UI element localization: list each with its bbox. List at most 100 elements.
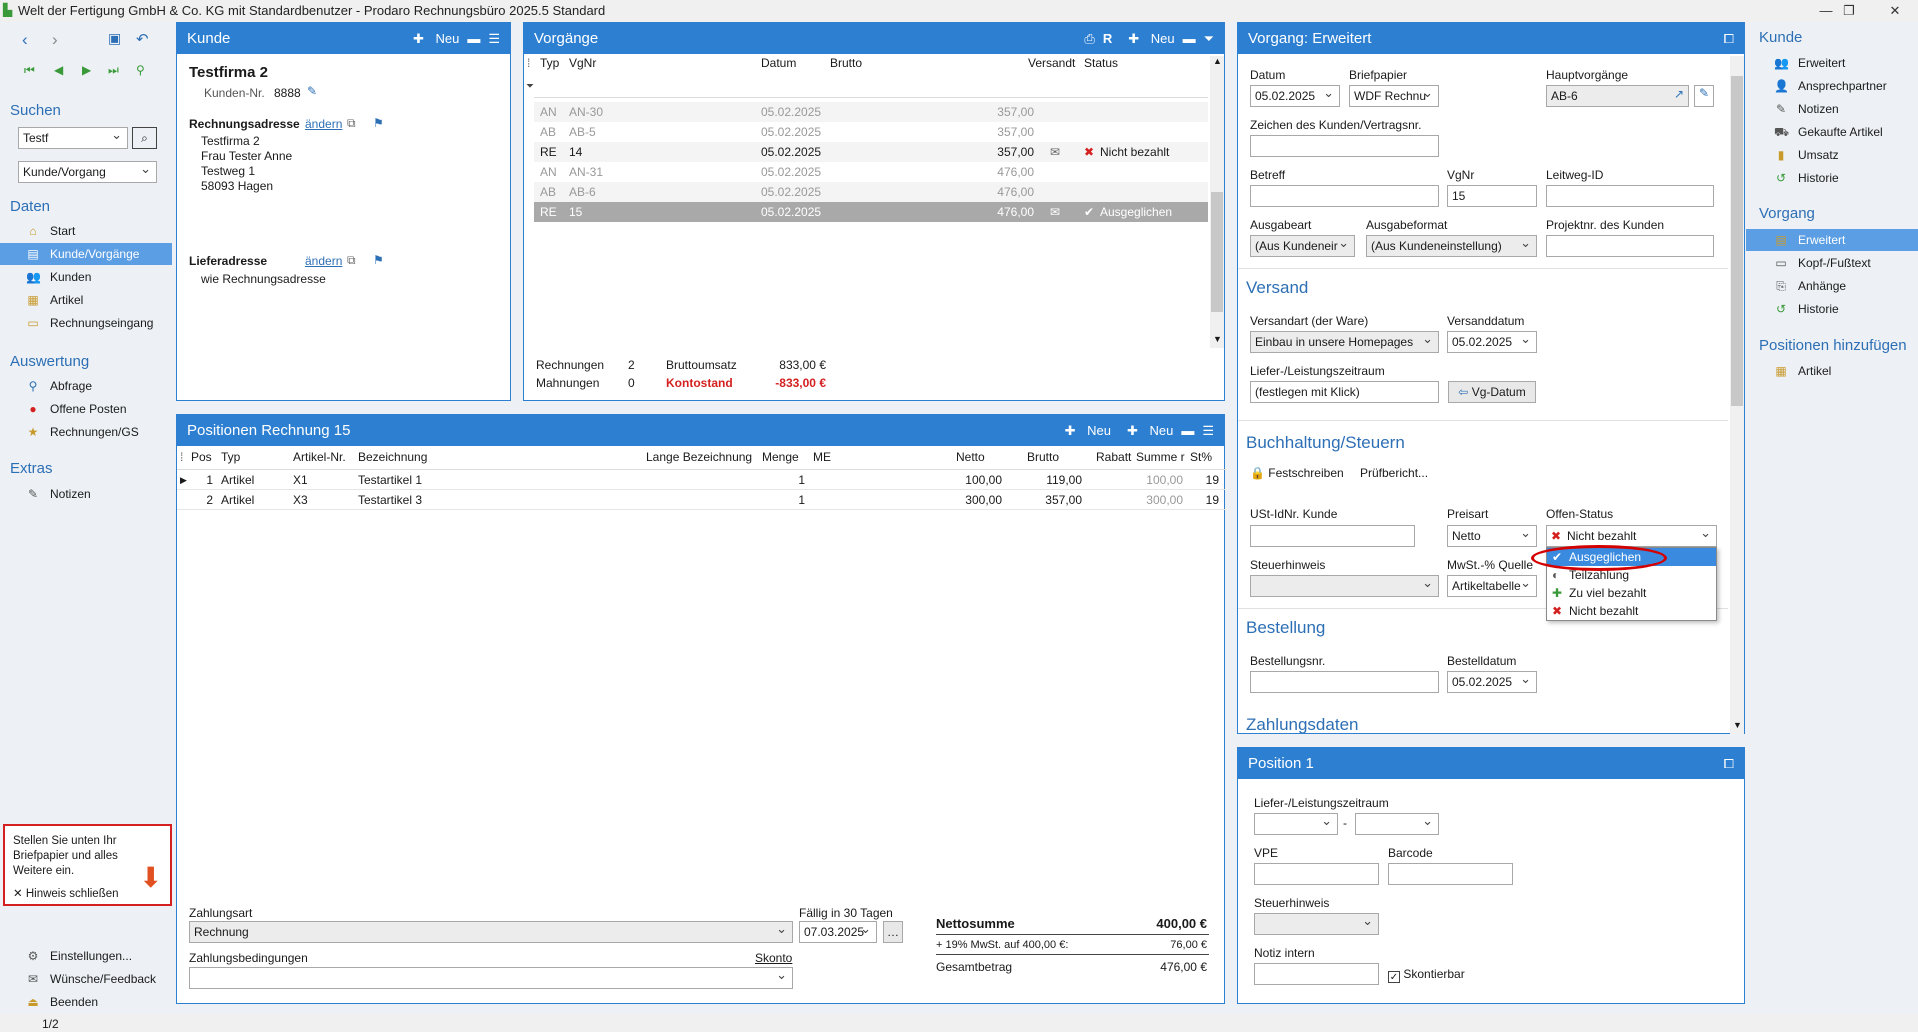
right-vorgang-erweitert[interactable]: ▤ Erweitert (1774, 233, 1845, 247)
bestelldatum-field[interactable]: 05.02.2025 (1447, 671, 1537, 693)
right-notizen[interactable]: ✎ Notizen (1774, 102, 1839, 116)
liefer-field[interactable]: (festlegen mit Klick) (1250, 381, 1439, 403)
pos-liefer-to[interactable] (1355, 813, 1439, 835)
r-icon[interactable]: R (1103, 31, 1112, 46)
goto-link-icon[interactable]: ↗ (1674, 87, 1684, 101)
right-ansprechpartner[interactable]: 👤 Ansprechpartner (1774, 79, 1887, 93)
prev-record-icon[interactable]: ◀ (54, 63, 63, 77)
last-record-icon[interactable]: ⏭ (108, 63, 119, 78)
table-row[interactable]: AB AB-5 05.02.2025 357,00 (534, 122, 1208, 142)
zahlungsbedingungen-select[interactable] (189, 967, 793, 989)
add-position-variant-button[interactable]: ✚ Neu (1119, 423, 1173, 438)
maximize-button[interactable]: ❐ (1826, 0, 1872, 22)
remove-icon[interactable]: ▬ (467, 31, 480, 46)
menu-icon[interactable]: ☰ (1202, 423, 1214, 438)
back-arrow-icon[interactable]: ‹ (22, 30, 28, 50)
remove-icon[interactable]: ▬ (1183, 31, 1196, 46)
vorgaenge-scrollbar[interactable]: ▲ ▼ (1210, 56, 1224, 348)
barcode-field[interactable] (1388, 863, 1513, 885)
nav-item-kunde-vorgaenge[interactable]: ▤ Kunde/Vorgänge (0, 243, 172, 265)
right-gekaufte-artikel[interactable]: ⛟ Gekaufte Artikel (1774, 125, 1883, 141)
table-row[interactable]: ▶ 1 Artikel X1 Testartikel 1 1 100,00 119,00 100… (177, 470, 1226, 490)
print-icon[interactable]: ⎙ (1084, 31, 1094, 46)
search-button[interactable]: ⌕ (132, 127, 157, 149)
table-row[interactable]: AB AB-6 05.02.2025 476,00 (534, 182, 1208, 202)
right-vorgang-historie[interactable]: ↺ Historie (1774, 302, 1839, 316)
nav-item-notizen[interactable]: ✎ Notizen (26, 483, 172, 505)
table-row[interactable]: RE 14 05.02.2025 357,00 ✉ ✖ Nicht bezahlt (534, 142, 1208, 162)
vgnr-field[interactable]: 15 (1447, 185, 1537, 207)
leitweg-field[interactable] (1546, 185, 1714, 207)
undo-icon[interactable]: ↶ (136, 30, 149, 48)
vg-datum-button[interactable]: ⇦ Vg-Datum (1448, 381, 1536, 403)
map-pin-icon[interactable]: ⚑ (373, 116, 384, 130)
filter-row-icon[interactable]: ⏷ (526, 81, 534, 92)
billing-change-link[interactable]: ändern (305, 117, 342, 131)
right-kunde-historie[interactable]: ↺ Historie (1774, 171, 1839, 185)
edit-pencil-icon[interactable]: ✎ (307, 84, 317, 98)
steuerhinweis-select[interactable] (1250, 575, 1439, 597)
table-row[interactable]: RE 15 05.02.2025 476,00 ✉ ✔ Ausgeglichen (534, 202, 1208, 222)
map-pin-icon[interactable]: ⚑ (373, 253, 384, 267)
versanddatum-field[interactable]: 05.02.2025 (1447, 331, 1537, 353)
table-row[interactable]: 2 Artikel X3 Testartikel 3 1 300,00 357,00 300,… (177, 490, 1226, 510)
mwst-quelle-select[interactable]: Artikeltabelle (1447, 575, 1537, 597)
copy-icon[interactable]: ⧉ (347, 253, 356, 268)
pos-liefer-from[interactable] (1254, 813, 1338, 835)
option-zu-viel-bezahlt[interactable]: ✚ Zu viel bezahlt (1547, 584, 1716, 602)
nav-item-artikel[interactable]: ▦ Artikel (26, 289, 172, 311)
right-kunde-erweitert[interactable]: 👥 Erweitert (1774, 56, 1845, 70)
ausgabeart-select[interactable]: (Aus Kundeneir (1250, 235, 1355, 257)
collapse-panel-icon[interactable]: ⧠ (1724, 756, 1734, 771)
nav-item-abfrage[interactable]: ⚲ Abfrage (26, 375, 172, 397)
pos-steuer-select[interactable] (1254, 913, 1379, 935)
menu-icon[interactable]: ☰ (488, 31, 500, 46)
zeichen-field[interactable] (1250, 135, 1439, 157)
add-customer-button[interactable]: ✚ Neu (405, 31, 459, 46)
table-row[interactable]: AN AN-30 05.02.2025 357,00 (534, 102, 1208, 122)
user-search-icon[interactable]: ⚲ (136, 63, 145, 77)
faellig-more-button[interactable]: … (883, 921, 903, 943)
nav-item-rechnungen-gs[interactable]: ★ Rechnungen/GS (26, 421, 172, 443)
edit-pencil-icon[interactable]: ✎ (1694, 85, 1714, 107)
projektnr-field[interactable] (1546, 235, 1714, 257)
nav-item-einstellungen[interactable]: ⚙ Einstellungen... (26, 945, 172, 967)
pruefbericht-button[interactable]: Prüfbericht... (1360, 466, 1428, 480)
next-record-icon[interactable]: ▶ (82, 63, 91, 77)
filter-icon[interactable]: ⏷ (1204, 31, 1214, 46)
table-row[interactable]: AN AN-31 05.02.2025 476,00 (534, 162, 1208, 182)
right-artikel[interactable]: ▦ Artikel (1774, 364, 1831, 378)
copy-icon[interactable]: ⧉ (347, 116, 356, 131)
nav-item-rechnungseingang[interactable]: ▭ Rechnungseingang (26, 312, 172, 334)
nav-item-feedback[interactable]: ✉ Wünsche/Feedback (26, 968, 172, 990)
nav-item-offene-posten[interactable]: ● Offene Posten (26, 398, 172, 420)
datum-field[interactable]: 05.02.2025 (1250, 85, 1340, 107)
zahlungsart-select[interactable]: Rechnung (189, 921, 793, 943)
delivery-change-link[interactable]: ändern (305, 254, 342, 268)
hauptvorgaenge-field[interactable]: AB-6 (1546, 85, 1689, 107)
nav-item-start[interactable]: ⌂ Start (26, 220, 172, 242)
vpe-field[interactable] (1254, 863, 1379, 885)
search-scope-select[interactable]: Kunde/Vorgang (18, 161, 157, 183)
right-kopf-fusstext[interactable]: ▭ Kopf-/Fußtext (1774, 256, 1870, 270)
forward-arrow-icon[interactable]: › (52, 30, 58, 50)
save-icon[interactable]: ▣ (108, 30, 121, 47)
right-umsatz[interactable]: ▮ Umsatz (1774, 148, 1839, 162)
betreff-field[interactable] (1250, 185, 1439, 207)
hint-close-button[interactable]: ✕ Hinweis schließen (13, 886, 119, 900)
notiz-field[interactable] (1254, 963, 1379, 985)
search-input[interactable]: Testf (18, 127, 128, 149)
option-nicht-bezahlt[interactable]: ✖ Nicht bezahlt (1547, 602, 1716, 620)
scroll-thumb[interactable] (1731, 76, 1743, 406)
briefpapier-select[interactable]: WDF Rechnu (1349, 85, 1439, 107)
versandart-select[interactable]: Einbau in unsere Homepages (1250, 331, 1439, 353)
collapse-panel-icon[interactable]: ⧠ (1724, 31, 1734, 46)
scroll-thumb[interactable] (1211, 192, 1223, 312)
remove-icon[interactable]: ▬ (1181, 423, 1194, 438)
nav-item-beenden[interactable]: ⏏ Beenden (26, 991, 172, 1013)
festschreiben-button[interactable]: 🔒 Festschreiben (1250, 466, 1344, 480)
skontierbar-checkbox[interactable]: ✓ Skontierbar (1388, 967, 1465, 983)
nav-item-kunden[interactable]: 👥 Kunden (26, 266, 172, 288)
erweitert-scrollbar[interactable]: ▼ (1730, 56, 1744, 734)
preisart-select[interactable]: Netto (1447, 525, 1537, 547)
